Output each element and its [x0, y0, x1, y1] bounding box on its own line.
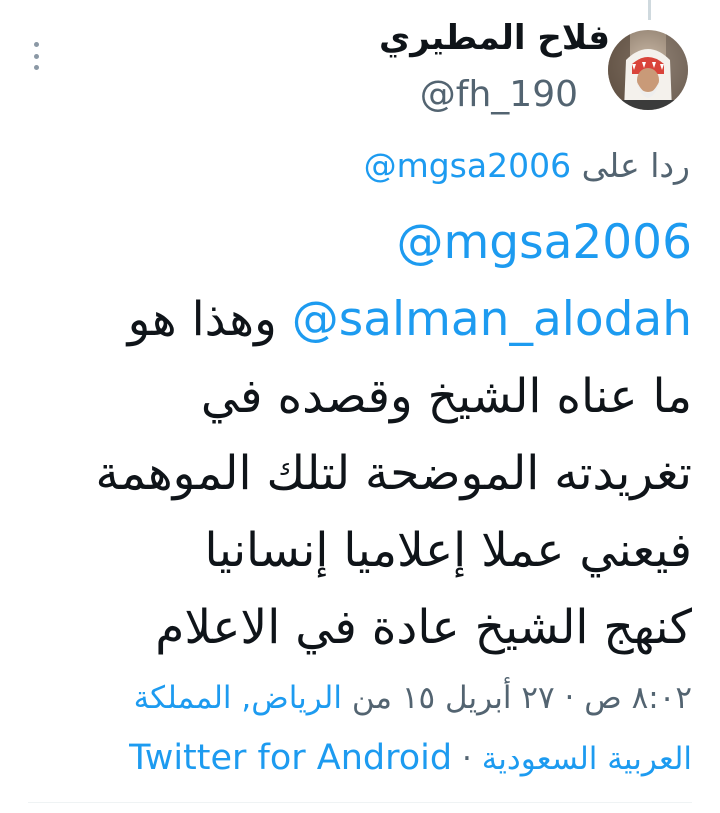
- meta-line-2: العربية السعودية · Twitter for Android: [28, 728, 692, 789]
- reply-to-prefix: ردا على: [581, 146, 690, 185]
- location-link[interactable]: الرياض, المملكة: [134, 680, 342, 716]
- thread-connector-line: [648, 0, 651, 20]
- meta-separator: ·: [452, 741, 482, 777]
- reply-to-line: ردا على @mgsa2006: [364, 146, 690, 185]
- tweet-line-6: كنهج الشيخ عادة في الاعلام: [155, 600, 692, 655]
- avatar-image: [608, 30, 688, 110]
- mention-link[interactable]: @mgsa2006: [396, 215, 692, 270]
- meta-line-1: ٨:٠٢ ص · ٢٧ أبريل ١٥ من الرياض, المملكة: [28, 668, 692, 728]
- author-handle[interactable]: @fh_190: [420, 74, 578, 115]
- tweet-metadata: ٨:٠٢ ص · ٢٧ أبريل ١٥ من الرياض, المملكة …: [28, 668, 692, 789]
- tweet-line-2: @salman_alodah وهذا هو: [28, 281, 692, 358]
- mention-link[interactable]: @salman_alodah: [292, 292, 692, 347]
- location-link-continued[interactable]: العربية السعودية: [482, 741, 692, 777]
- tweet-line-3: ما عناه الشيخ وقصده في: [200, 369, 692, 424]
- tweet-time[interactable]: ٨:٠٢ ص: [584, 680, 692, 716]
- location-prefix: من: [341, 680, 402, 716]
- tweet-source-link[interactable]: Twitter for Android: [129, 738, 452, 778]
- meta-separator: ·: [554, 680, 585, 716]
- tweet-line-2-text: وهذا هو: [127, 292, 292, 347]
- tweet-line-5: فيعني عملا إعلاميا إنسانيا: [204, 523, 692, 578]
- more-options-icon[interactable]: [26, 42, 46, 70]
- tweet-line-1: @mgsa2006: [28, 204, 692, 281]
- tweet-text: @mgsa2006 @salman_alodah وهذا هو ما عناه…: [28, 204, 692, 666]
- author-display-name[interactable]: فلاح المطيري: [379, 18, 610, 58]
- tweet-date[interactable]: ٢٧ أبريل ١٥: [402, 680, 555, 716]
- avatar[interactable]: [608, 30, 688, 110]
- reply-to-mention[interactable]: @mgsa2006: [364, 146, 572, 185]
- tweet-line-4: تغريدته الموضحة لتلك الموهمة: [95, 446, 692, 501]
- divider: [28, 802, 692, 803]
